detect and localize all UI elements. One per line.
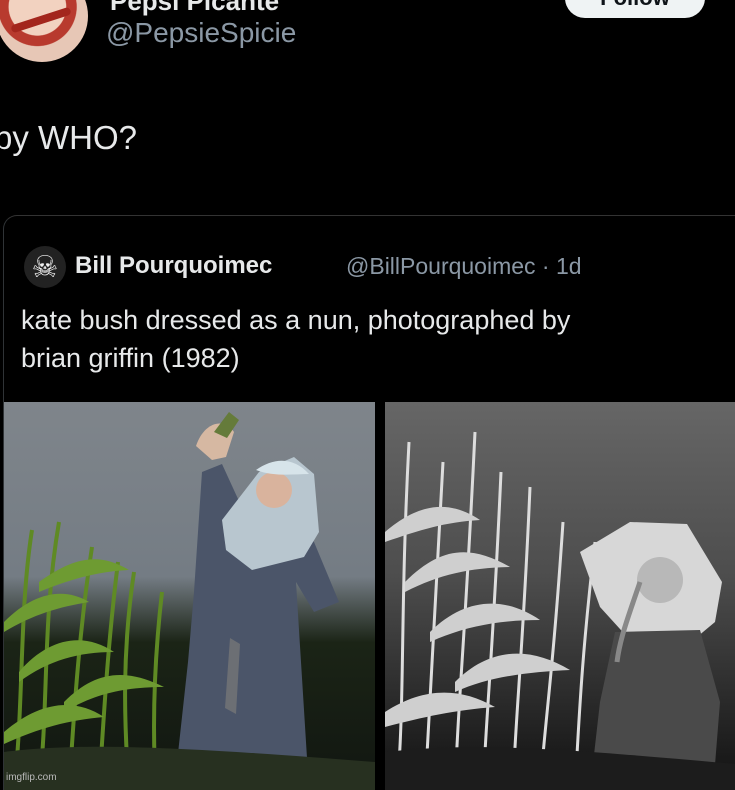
reply-post: Pepsi Picante @PepsieSpicie Follow by WH… xyxy=(0,0,735,215)
photo-grid xyxy=(4,402,735,790)
cornfield-nun-bw-illustration xyxy=(385,402,735,790)
user-avatar[interactable] xyxy=(0,0,88,62)
quoted-text-line-1: kate bush dressed as a nun, photographed… xyxy=(21,305,571,335)
quoted-post-text: kate bush dressed as a nun, photographed… xyxy=(21,301,721,377)
quoted-display-name[interactable]: Bill Pourquoimec xyxy=(75,252,272,280)
display-name[interactable]: Pepsi Picante xyxy=(110,0,279,17)
quoted-handle-time[interactable]: @BillPourquoimec · 1d xyxy=(346,253,582,280)
follow-button[interactable]: Follow xyxy=(565,0,705,18)
photo-color[interactable] xyxy=(4,402,375,790)
quoted-post[interactable]: ☠ Bill Pourquoimec @BillPourquoimec · 1d… xyxy=(3,215,735,790)
quoted-text-line-2: brian griffin (1982) xyxy=(21,343,240,373)
post-text: by WHO? xyxy=(0,119,138,156)
imgflip-watermark: imgflip.com xyxy=(6,772,57,783)
cornfield-nun-color-illustration xyxy=(4,402,375,790)
user-handle[interactable]: @PepsieSpicie xyxy=(106,17,296,49)
skull-icon[interactable]: ☠ xyxy=(24,246,66,288)
photo-black-and-white[interactable] xyxy=(385,402,735,790)
